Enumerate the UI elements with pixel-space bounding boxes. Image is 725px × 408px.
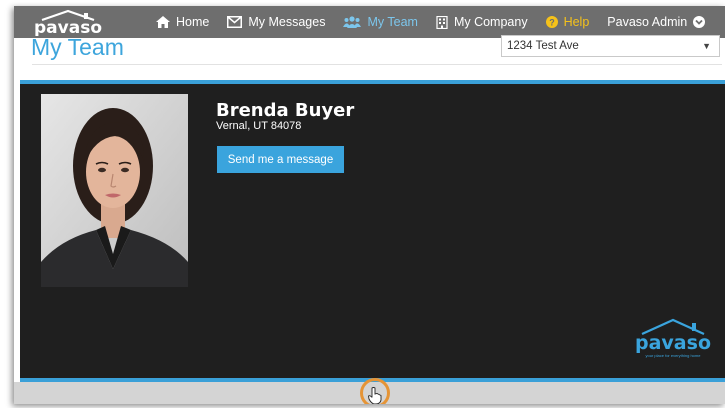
app-window: pavaso Home My Messages My Team My Compa… xyxy=(14,6,725,404)
nav-help[interactable]: ? Help xyxy=(545,15,590,29)
profile-name: Brenda Buyer xyxy=(216,100,355,121)
nav-my-company[interactable]: My Company xyxy=(436,15,528,29)
profile-photo xyxy=(41,94,188,287)
chevron-circle-down-icon xyxy=(693,16,706,28)
pavaso-logo[interactable]: pavaso xyxy=(28,8,108,36)
profile-panel: Brenda Buyer Vernal, UT 84078 Send me a … xyxy=(20,80,725,382)
pavaso-watermark-logo: pavaso your place for everything home xyxy=(635,318,711,358)
svg-text:?: ? xyxy=(549,18,555,28)
profile-location: Vernal, UT 84078 xyxy=(216,120,302,132)
nav-home-label: Home xyxy=(176,15,210,29)
address-select[interactable]: 1234 Test Ave ▼ xyxy=(501,35,720,57)
building-icon xyxy=(436,15,448,29)
send-message-button[interactable]: Send me a message xyxy=(217,146,344,173)
page-title: My Team xyxy=(31,34,124,60)
watermark-tagline: your place for everything home xyxy=(646,353,702,358)
nav-user-label: Pavaso Admin xyxy=(607,15,688,29)
caret-down-icon: ▼ xyxy=(702,41,711,51)
envelope-icon xyxy=(227,16,243,28)
question-circle-icon: ? xyxy=(545,16,558,28)
home-icon xyxy=(156,16,170,28)
nav-my-messages[interactable]: My Messages xyxy=(227,15,325,29)
nav-user-menu[interactable]: Pavaso Admin xyxy=(607,15,706,29)
nav-my-team-label: My Team xyxy=(367,15,418,29)
address-select-value: 1234 Test Ave xyxy=(507,40,579,52)
nav-home[interactable]: Home xyxy=(156,15,209,29)
hand-cursor-icon xyxy=(368,387,382,404)
nav-menu: Home My Messages My Team My Company ? He… xyxy=(156,6,723,38)
title-divider xyxy=(32,64,722,65)
team-icon xyxy=(343,16,362,28)
nav-my-messages-label: My Messages xyxy=(248,15,326,29)
nav-my-company-label: My Company xyxy=(453,15,528,29)
nav-help-label: Help xyxy=(563,15,590,29)
nav-my-team[interactable]: My Team xyxy=(343,15,418,29)
watermark-logo-text: pavaso xyxy=(635,332,711,354)
